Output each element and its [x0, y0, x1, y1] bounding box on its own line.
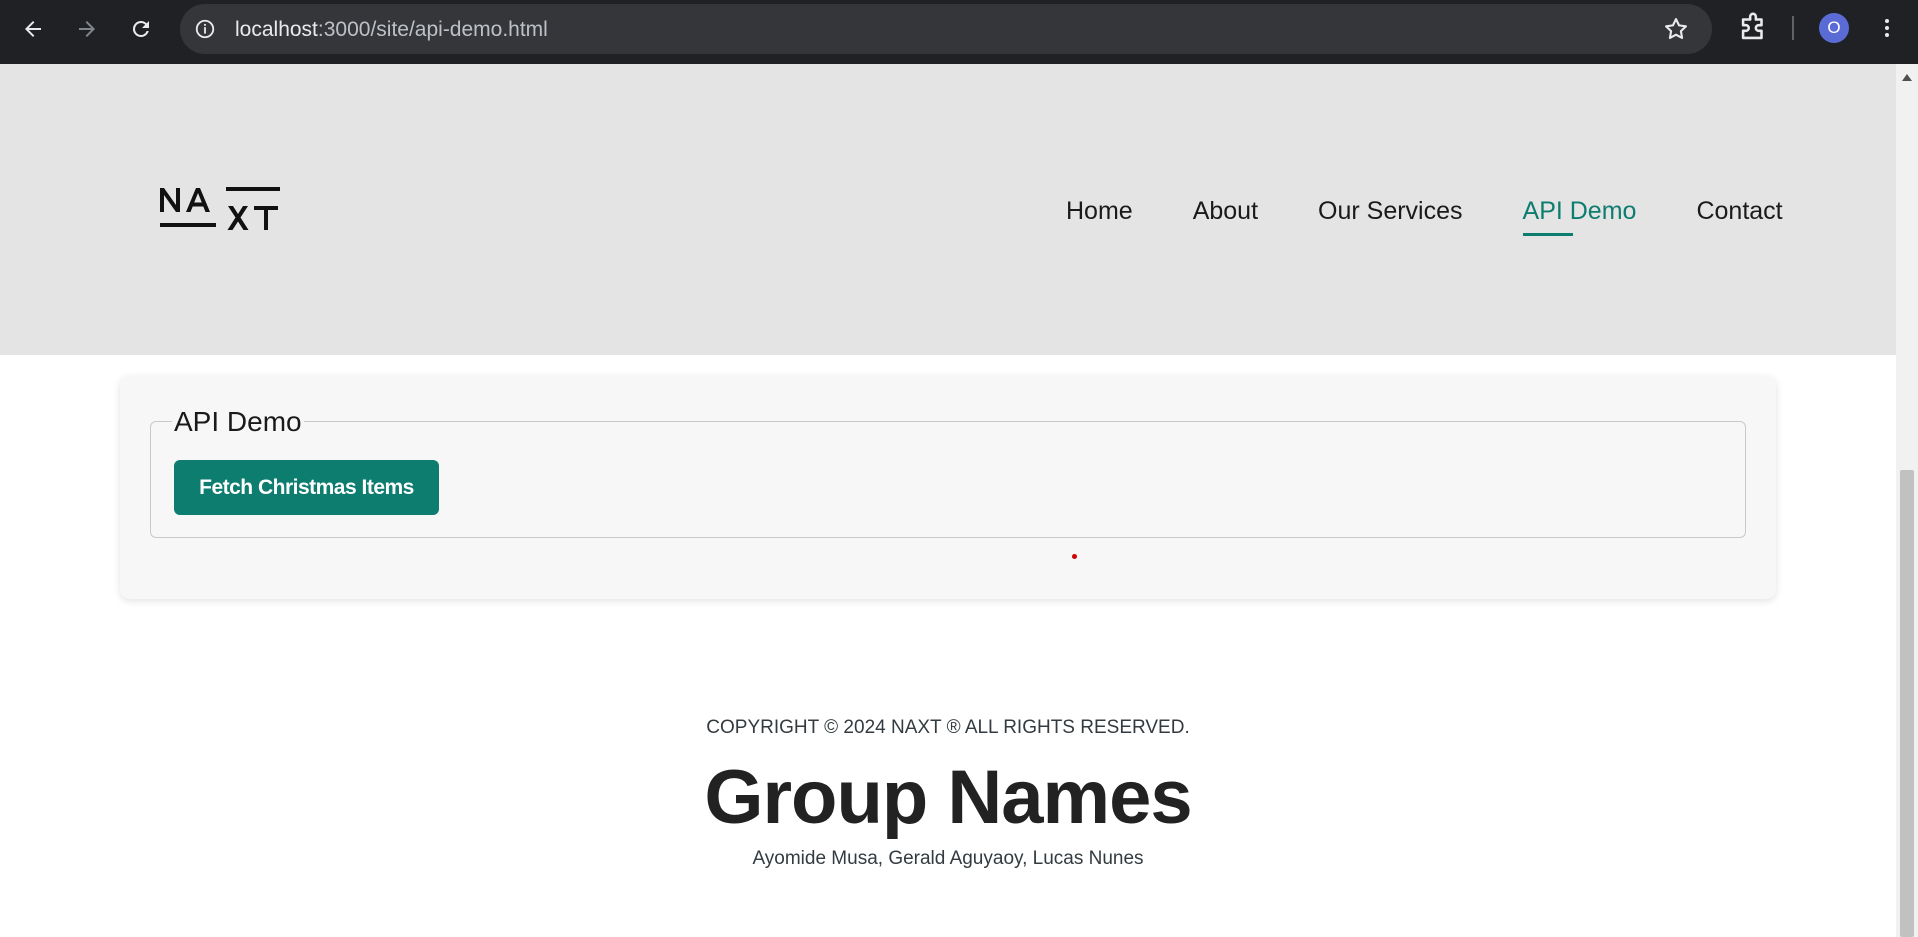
api-demo-legend: API Demo — [172, 406, 304, 438]
nav-about[interactable]: About — [1193, 197, 1258, 226]
scrollbar-thumb[interactable] — [1900, 470, 1914, 937]
forward-button[interactable] — [68, 10, 106, 48]
status-dot — [1072, 554, 1077, 559]
group-members: Ayomide Musa, Gerald Aguyaoy, Lucas Nune… — [752, 848, 1144, 869]
fetch-christmas-items-button[interactable]: Fetch Christmas Items — [174, 460, 439, 515]
site-info-icon[interactable] — [192, 16, 218, 42]
url-path: :3000/site/api-demo.html — [317, 18, 548, 41]
url-host: localhost — [235, 18, 318, 41]
naxt-logo[interactable] — [158, 184, 282, 234]
reload-icon — [132, 20, 149, 37]
nav-contact[interactable]: Contact — [1696, 197, 1782, 226]
toolbar-separator — [1792, 16, 1794, 40]
bookmark-star-icon[interactable] — [1662, 15, 1690, 43]
more-menu-icon[interactable] — [1874, 12, 1900, 44]
nav-api-demo[interactable]: API Demo — [1522, 197, 1636, 236]
browser-toolbar: localhost:3000/site/api-demo.html O — [0, 0, 1918, 64]
url-text[interactable]: localhost:3000/site/api-demo.html — [235, 18, 548, 42]
api-demo-card: API Demo Fetch Christmas Items — [120, 376, 1776, 599]
page-viewport: Home About Our Services API Demo Contact… — [0, 64, 1918, 937]
site-header: Home About Our Services API Demo Contact — [0, 64, 1896, 355]
forward-arrow-icon — [79, 21, 95, 37]
copyright-text: COPYRIGHT © 2024 NAXT ® ALL RIGHTS RESER… — [706, 717, 1190, 738]
nav-home[interactable]: Home — [1066, 197, 1133, 226]
profile-avatar[interactable]: O — [1819, 13, 1849, 43]
extensions-icon[interactable] — [1736, 11, 1770, 45]
back-button[interactable] — [14, 10, 52, 48]
address-bar[interactable]: localhost:3000/site/api-demo.html — [180, 4, 1712, 54]
main-nav: Home About Our Services API Demo Contact — [1066, 197, 1783, 236]
nav-our-services[interactable]: Our Services — [1318, 197, 1462, 226]
back-arrow-icon — [25, 21, 41, 37]
page-scrollbar[interactable] — [1896, 64, 1918, 937]
group-names-heading: Group Names — [704, 755, 1192, 840]
reload-button[interactable] — [122, 10, 160, 48]
scroll-up-arrow-icon[interactable] — [1902, 74, 1912, 81]
